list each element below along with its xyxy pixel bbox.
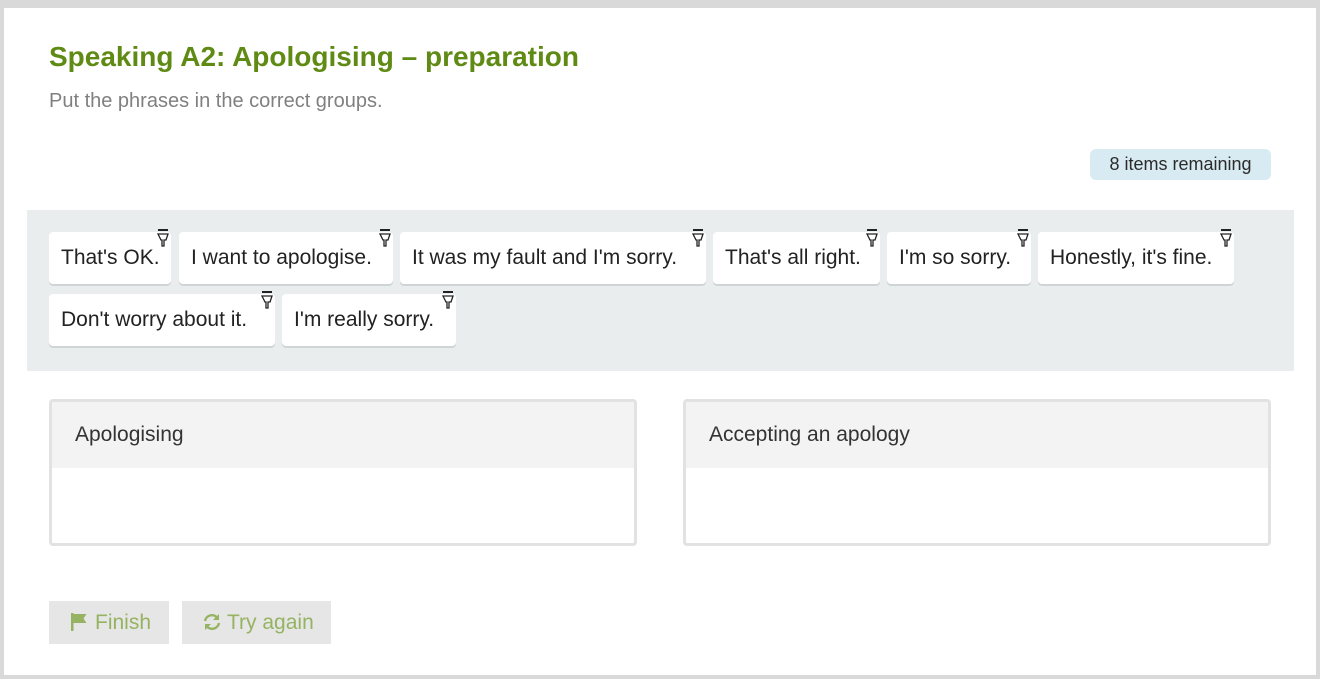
drag-hand-icon	[156, 229, 169, 247]
phrase-pool: That's OK. I want to apologise. It was m…	[27, 210, 1294, 371]
draggable-phrase[interactable]: I'm so sorry.	[887, 229, 1031, 284]
drag-hand-icon	[691, 229, 704, 247]
phrase-text: Honestly, it's fine.	[1050, 246, 1213, 269]
phrase-text: I'm really sorry.	[294, 308, 435, 331]
instructions-text: Put the phrases in the correct groups.	[49, 90, 383, 112]
draggable-phrase[interactable]: I want to apologise.	[179, 229, 393, 284]
phrase-text: I'm so sorry.	[899, 246, 1012, 269]
page-title: Speaking A2: Apologising – preparation	[49, 41, 579, 72]
drop-zone-heading: Accepting an apology	[686, 402, 1268, 468]
draggable-phrase[interactable]: Honestly, it's fine.	[1038, 229, 1234, 284]
finish-button[interactable]: Finish	[49, 601, 169, 644]
phrase-text: I want to apologise.	[191, 246, 372, 269]
drop-zone-accepting-an-apology[interactable]: Accepting an apology	[683, 399, 1271, 546]
refresh-icon	[203, 614, 221, 630]
drag-hand-icon	[1016, 229, 1029, 247]
draggable-phrase[interactable]: Don't worry about it.	[49, 291, 275, 346]
drop-zone-heading: Apologising	[52, 402, 634, 468]
try-again-label: Try again	[227, 611, 314, 634]
phrase-text: That's all right.	[725, 246, 861, 269]
draggable-phrase[interactable]: I'm really sorry.	[282, 291, 456, 346]
drag-hand-icon	[441, 291, 454, 309]
phrase-text: That's OK.	[61, 246, 160, 269]
drag-hand-icon	[865, 229, 878, 247]
finish-label: Finish	[95, 611, 152, 634]
drag-hand-icon	[1219, 229, 1232, 247]
activity-card: Speaking A2: Apologising – preparation P…	[4, 8, 1316, 675]
phrase-text: Don't worry about it.	[61, 308, 248, 331]
draggable-phrase[interactable]: It was my fault and I'm sorry.	[400, 229, 706, 284]
flag-icon	[71, 613, 87, 631]
draggable-phrase[interactable]: That's OK.	[49, 229, 171, 284]
try-again-button[interactable]: Try again	[182, 601, 331, 644]
draggable-phrase[interactable]: That's all right.	[713, 229, 880, 284]
drag-hand-icon	[378, 229, 391, 247]
drag-hand-icon	[260, 291, 273, 309]
phrase-text: It was my fault and I'm sorry.	[412, 246, 678, 269]
drop-zone-apologising[interactable]: Apologising	[49, 399, 637, 546]
items-remaining-badge: 8 items remaining	[1090, 149, 1271, 180]
